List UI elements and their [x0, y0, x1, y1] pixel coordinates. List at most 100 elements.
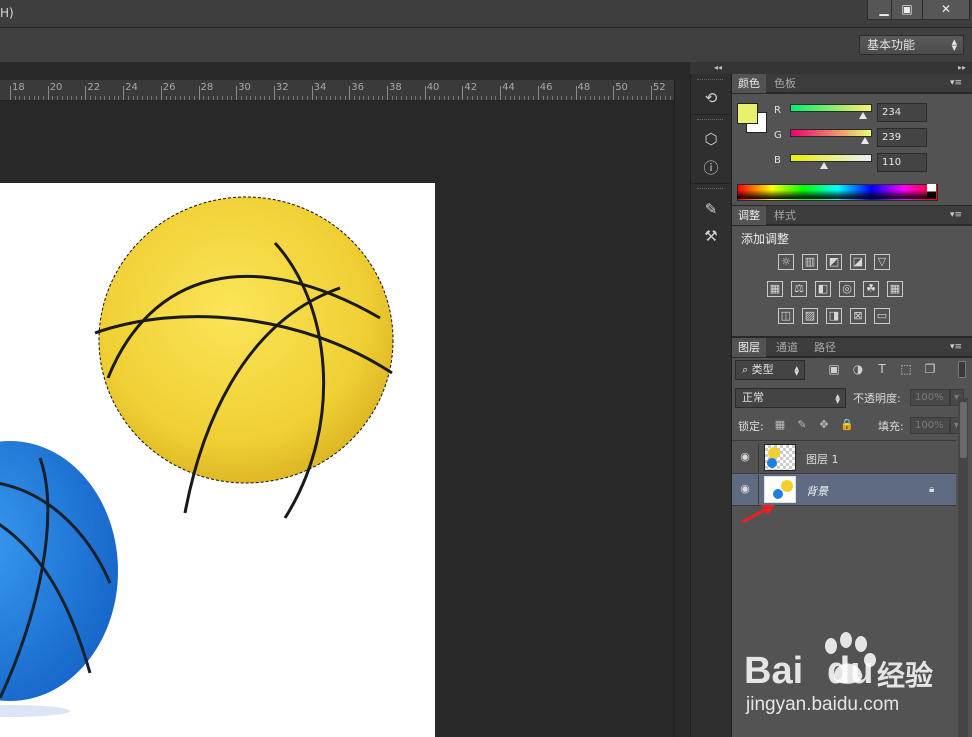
tab-layers[interactable]: 图层	[732, 338, 766, 357]
filter-toggle[interactable]	[958, 361, 966, 378]
info-icon[interactable]: ⓘ	[700, 157, 722, 179]
selective-color-icon[interactable]: ▭	[874, 308, 890, 324]
ruler-minor-tick	[410, 96, 412, 100]
panel-menu-icon[interactable]: ▾≡	[950, 210, 962, 220]
slider-track-b[interactable]	[790, 154, 872, 162]
slider-thumb-r[interactable]	[859, 112, 868, 119]
maximize-button[interactable]: ▣	[891, 0, 923, 20]
brush-presets-icon[interactable]: ✎	[700, 198, 722, 220]
horizontal-ruler[interactable]: 18 20 22 24 26 28 30 32 34 36 38 40 42 44 46 48 50 52	[0, 80, 674, 101]
tab-styles[interactable]: 样式	[768, 206, 802, 225]
adjustment-filter-icon[interactable]: ◑	[851, 363, 865, 376]
color-balance-icon[interactable]: ⚖	[791, 281, 807, 297]
layer-name[interactable]: 图层 1	[806, 451, 839, 467]
ruler-minor-tick	[457, 96, 459, 100]
collapse-panels-button[interactable]: ▸▸	[958, 63, 966, 72]
visibility-eye-icon[interactable]: ◉	[738, 483, 752, 494]
shape-filter-icon[interactable]: ⬚	[899, 363, 913, 376]
lock-transparent-pixels-icon[interactable]: ▦	[774, 419, 786, 431]
baidu-watermark: Bai du 经验 jingyan.baidu.com	[742, 630, 972, 720]
layer-name[interactable]: 背景	[806, 483, 828, 499]
curves-icon[interactable]: ◩	[826, 254, 842, 270]
levels-icon[interactable]: ▥	[802, 254, 818, 270]
ruler-major-tick	[387, 86, 388, 100]
blue-basketball	[0, 441, 118, 717]
hue-saturation-icon[interactable]: ▦	[767, 281, 783, 297]
fill-field[interactable]: 100%	[910, 417, 950, 434]
icon-group-grip[interactable]	[697, 79, 723, 83]
ruler-minor-tick	[485, 96, 487, 100]
ruler-minor-tick	[641, 96, 643, 100]
posterize-icon[interactable]: ▨	[802, 308, 818, 324]
tab-paths[interactable]: 路径	[808, 338, 842, 357]
layer-thumbnail[interactable]	[764, 476, 796, 503]
menu-fragment[interactable]: H)	[0, 6, 14, 20]
gradient-map-icon[interactable]: ⊠	[850, 308, 866, 324]
ruler-minor-tick	[61, 96, 63, 100]
ruler-label: 26	[162, 82, 176, 93]
ruler-label: 30	[238, 82, 251, 93]
visibility-eye-icon[interactable]: ◉	[738, 451, 752, 462]
ruler-label: 28	[200, 82, 214, 93]
slider-thumb-b[interactable]	[820, 162, 829, 169]
tab-channels[interactable]: 通道	[770, 338, 804, 357]
tab-color[interactable]: 颜色	[732, 74, 766, 93]
tool-presets-icon[interactable]: ⚒	[700, 225, 722, 247]
channel-label-g: G	[774, 130, 782, 141]
value-field-g[interactable]: 239	[877, 128, 927, 147]
ruler-minor-tick	[354, 96, 355, 100]
panel-menu-icon[interactable]: ▾≡	[950, 78, 962, 88]
black-white-swatch[interactable]	[927, 184, 936, 199]
lock-label: 锁定:	[738, 420, 764, 433]
tab-adjustments[interactable]: 调整	[732, 206, 766, 225]
blend-mode-select[interactable]: 正常 ▲ ▼	[735, 388, 846, 408]
slider-track-g[interactable]	[790, 129, 872, 137]
pixel-filter-icon[interactable]: ▣	[827, 363, 841, 376]
exposure-icon[interactable]: ◪	[850, 254, 866, 270]
ruler-minor-tick	[655, 96, 657, 100]
layers-scroll-thumb[interactable]	[960, 402, 967, 458]
brightness-contrast-icon[interactable]: ☼	[778, 254, 794, 270]
ruler-minor-tick	[264, 96, 266, 100]
history-icon[interactable]: ⟲	[700, 87, 722, 109]
layer-filter-select[interactable]: ⌕ 类型 ▲ ▼	[735, 360, 805, 380]
canvas[interactable]	[0, 183, 435, 737]
invert-icon[interactable]: ◫	[778, 308, 794, 324]
3d-icon[interactable]: ⬡	[700, 128, 722, 150]
icon-group-grip[interactable]	[697, 188, 723, 192]
photo-filter-icon[interactable]: ◎	[839, 281, 855, 297]
ruler-minor-tick	[584, 96, 586, 100]
ruler-minor-tick	[419, 96, 421, 100]
vibrance-icon[interactable]: ▽	[874, 254, 890, 270]
smart-object-filter-icon[interactable]: ❐	[923, 363, 937, 376]
value-field-b[interactable]: 110	[877, 153, 927, 172]
slider-thumb-g[interactable]	[860, 137, 869, 144]
vertical-scrollbar[interactable]	[674, 80, 691, 737]
icon-group-grip[interactable]	[697, 119, 723, 123]
slider-track-r[interactable]	[790, 104, 872, 112]
lock-all-icon[interactable]: 🔒	[840, 419, 854, 431]
ruler-minor-tick	[38, 96, 40, 100]
type-filter-icon[interactable]: T	[875, 363, 889, 376]
foreground-color-swatch[interactable]	[737, 103, 758, 124]
ruler-minor-tick	[127, 96, 129, 100]
tab-swatches[interactable]: 色板	[768, 74, 802, 93]
channel-mixer-icon[interactable]: ☘	[863, 281, 879, 297]
layer-thumbnail[interactable]	[764, 444, 796, 471]
black-white-icon[interactable]: ◧	[815, 281, 831, 297]
color-lookup-icon[interactable]: ▦	[887, 281, 903, 297]
filter-type-label: 类型	[751, 363, 774, 376]
threshold-icon[interactable]: ◨	[826, 308, 842, 324]
lock-position-icon[interactable]: ✥	[818, 419, 830, 431]
opacity-field[interactable]: 100%	[910, 389, 950, 406]
collapse-icons-button[interactable]: ◂◂	[714, 63, 722, 72]
value-field-r[interactable]: 234	[877, 103, 927, 122]
panel-menu-icon[interactable]: ▾≡	[950, 342, 962, 352]
ruler-minor-tick	[518, 96, 520, 100]
ruler-minor-tick	[358, 96, 360, 100]
close-button[interactable]: ✕	[922, 0, 970, 20]
lock-image-pixels-icon[interactable]: ✎	[796, 419, 808, 431]
ruler-minor-tick	[321, 96, 323, 100]
ruler-label: 48	[577, 82, 591, 93]
workspace-select[interactable]: 基本功能 ▲ ▼	[859, 35, 964, 55]
